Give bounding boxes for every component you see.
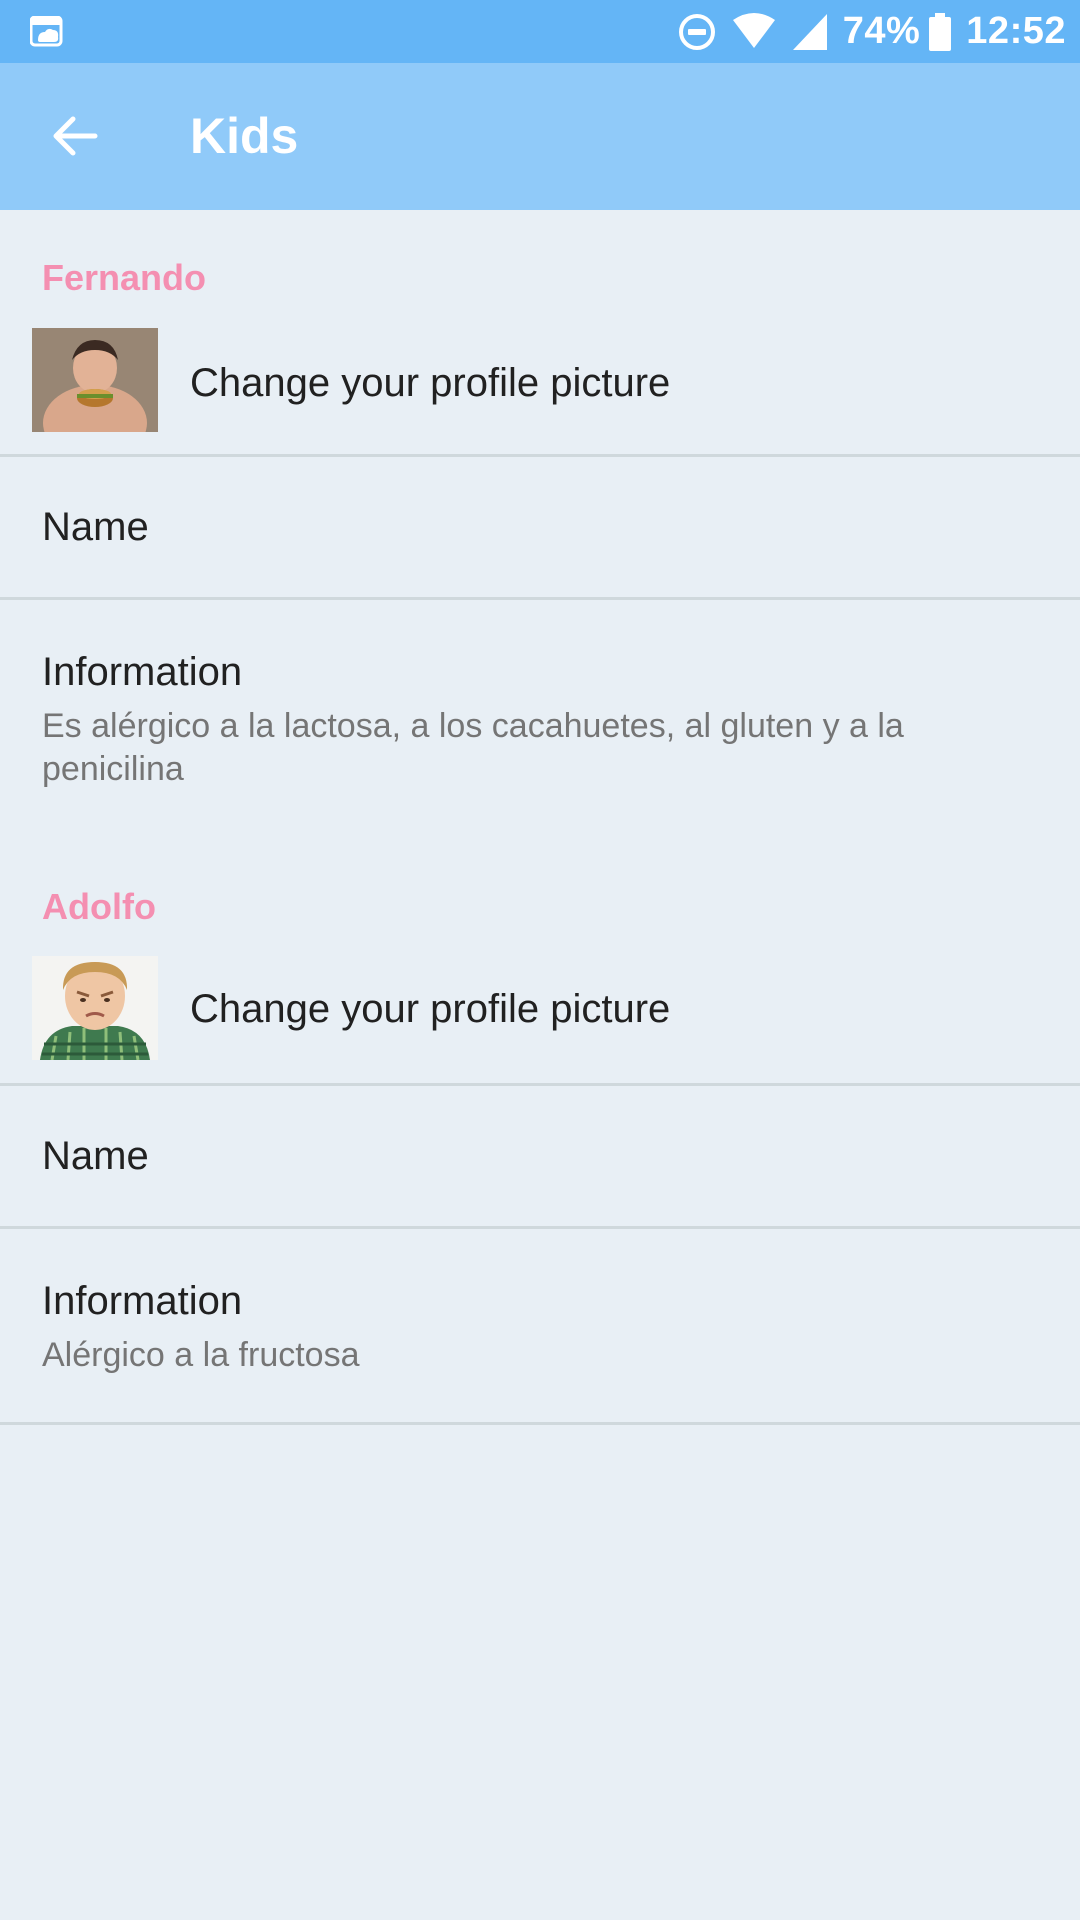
avatar bbox=[32, 328, 158, 432]
status-icons: 74% 12:52 bbox=[677, 0, 1066, 63]
kid-name-header: Fernando bbox=[42, 257, 207, 298]
clock: 12:52 bbox=[966, 10, 1066, 52]
page-title: Kids bbox=[190, 108, 299, 164]
information-row[interactable]: Information Alérgico a la fructosa bbox=[0, 1229, 1080, 1422]
cloud-app-icon bbox=[29, 15, 64, 48]
signal-icon bbox=[791, 12, 829, 52]
information-label: Information bbox=[42, 650, 243, 694]
avatar bbox=[32, 956, 158, 1060]
battery-icon bbox=[928, 12, 952, 52]
arrow-back-icon bbox=[51, 114, 99, 163]
divider bbox=[0, 1422, 1080, 1425]
information-value: Alérgico a la fructosa bbox=[42, 1336, 360, 1374]
wifi-icon bbox=[731, 12, 777, 52]
name-row[interactable]: Name bbox=[0, 457, 1080, 597]
change-picture-label: Change your profile picture bbox=[190, 361, 671, 405]
name-row[interactable]: Name bbox=[0, 1086, 1080, 1226]
information-label: Information bbox=[42, 1279, 243, 1323]
change-profile-picture-row[interactable]: Change your profile picture bbox=[0, 328, 1080, 453]
change-picture-label: Change your profile picture bbox=[190, 987, 671, 1031]
information-value: Es alérgico a la lactosa, a los cacahuet… bbox=[42, 707, 904, 788]
dnd-icon bbox=[677, 12, 717, 52]
name-label: Name bbox=[42, 1134, 149, 1178]
status-bar: 74% 12:52 bbox=[0, 0, 1080, 63]
name-label: Name bbox=[42, 505, 149, 549]
back-button[interactable] bbox=[30, 103, 120, 173]
app-bar: Kids bbox=[0, 63, 1080, 210]
kid-name-header: Adolfo bbox=[42, 886, 156, 927]
change-profile-picture-row[interactable]: Change your profile picture bbox=[0, 955, 1080, 1083]
battery-percent: 74% bbox=[842, 10, 921, 52]
information-row[interactable]: Information Es alérgico a la lactosa, a … bbox=[0, 600, 1080, 800]
